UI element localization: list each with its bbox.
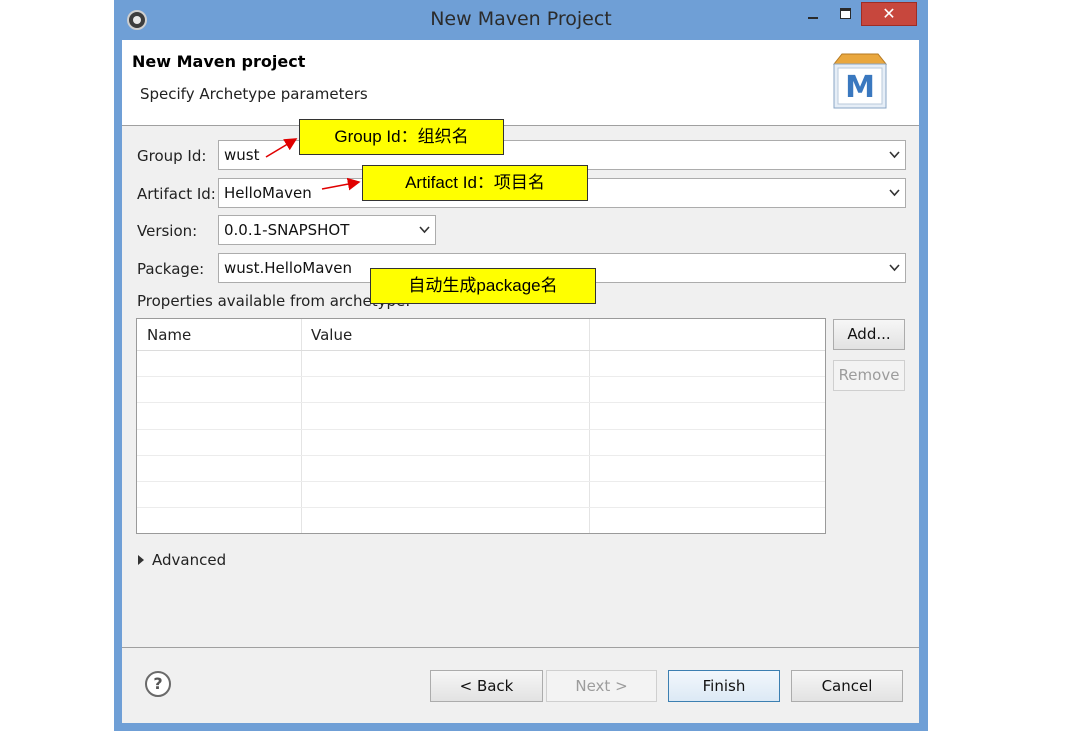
artifact-id-label: Artifact Id: [137, 185, 216, 203]
maven-logo-icon: M [832, 53, 888, 109]
remove-button[interactable]: Remove [833, 360, 905, 391]
back-button[interactable]: < Back [430, 670, 543, 702]
dialog-window: New Maven Project ✕ New Maven project Sp… [114, 0, 928, 731]
advanced-label: Advanced [152, 551, 227, 569]
column-header-name[interactable]: Name [137, 319, 301, 351]
header-divider [137, 350, 825, 351]
package-annotation: 自动生成package名 [370, 268, 596, 304]
maximize-button[interactable] [833, 2, 859, 26]
version-combo[interactable]: 0.0.1-SNAPSHOT [218, 215, 436, 245]
chevron-down-icon[interactable] [419, 225, 430, 234]
table-row [137, 507, 825, 508]
dialog-body: New Maven project Specify Archetype para… [122, 40, 919, 723]
group-id-annotation: Group Id：组织名 [299, 119, 504, 155]
table-row [137, 455, 825, 456]
minimize-button[interactable] [801, 2, 825, 26]
package-value: wust.HelloMaven [224, 259, 353, 277]
add-button[interactable]: Add... [833, 319, 905, 350]
cancel-button[interactable]: Cancel [791, 670, 903, 702]
wizard-subtitle: Specify Archetype parameters [140, 85, 368, 103]
package-label: Package: [137, 260, 205, 278]
column-divider [301, 319, 302, 533]
table-row [137, 429, 825, 430]
table-row [137, 376, 825, 377]
wizard-header: New Maven project Specify Archetype para… [122, 40, 919, 126]
close-button[interactable]: ✕ [861, 2, 917, 26]
table-row [137, 481, 825, 482]
table-row [137, 402, 825, 403]
advanced-toggle[interactable]: Advanced [138, 551, 226, 569]
expand-triangle-icon [138, 554, 144, 565]
footer-divider [122, 647, 919, 648]
group-id-value: wust [224, 146, 260, 164]
column-divider [589, 319, 590, 533]
svg-text:M: M [845, 70, 875, 105]
column-header-value[interactable]: Value [301, 319, 589, 351]
version-value: 0.0.1-SNAPSHOT [224, 221, 350, 239]
version-label: Version: [137, 222, 198, 240]
finish-button[interactable]: Finish [668, 670, 780, 702]
wizard-title: New Maven project [132, 52, 306, 71]
chevron-down-icon[interactable] [889, 150, 900, 159]
column-header-extra[interactable] [589, 319, 825, 351]
chevron-down-icon[interactable] [889, 188, 900, 197]
artifact-id-value: HelloMaven [224, 184, 312, 202]
properties-table[interactable]: Name Value [136, 318, 826, 534]
group-id-label: Group Id: [137, 147, 207, 165]
help-icon[interactable]: ? [145, 671, 171, 697]
next-button[interactable]: Next > [546, 670, 657, 702]
title-bar[interactable]: New Maven Project ✕ [114, 0, 928, 40]
artifact-id-annotation: Artifact Id：项目名 [362, 165, 588, 201]
chevron-down-icon[interactable] [889, 263, 900, 272]
